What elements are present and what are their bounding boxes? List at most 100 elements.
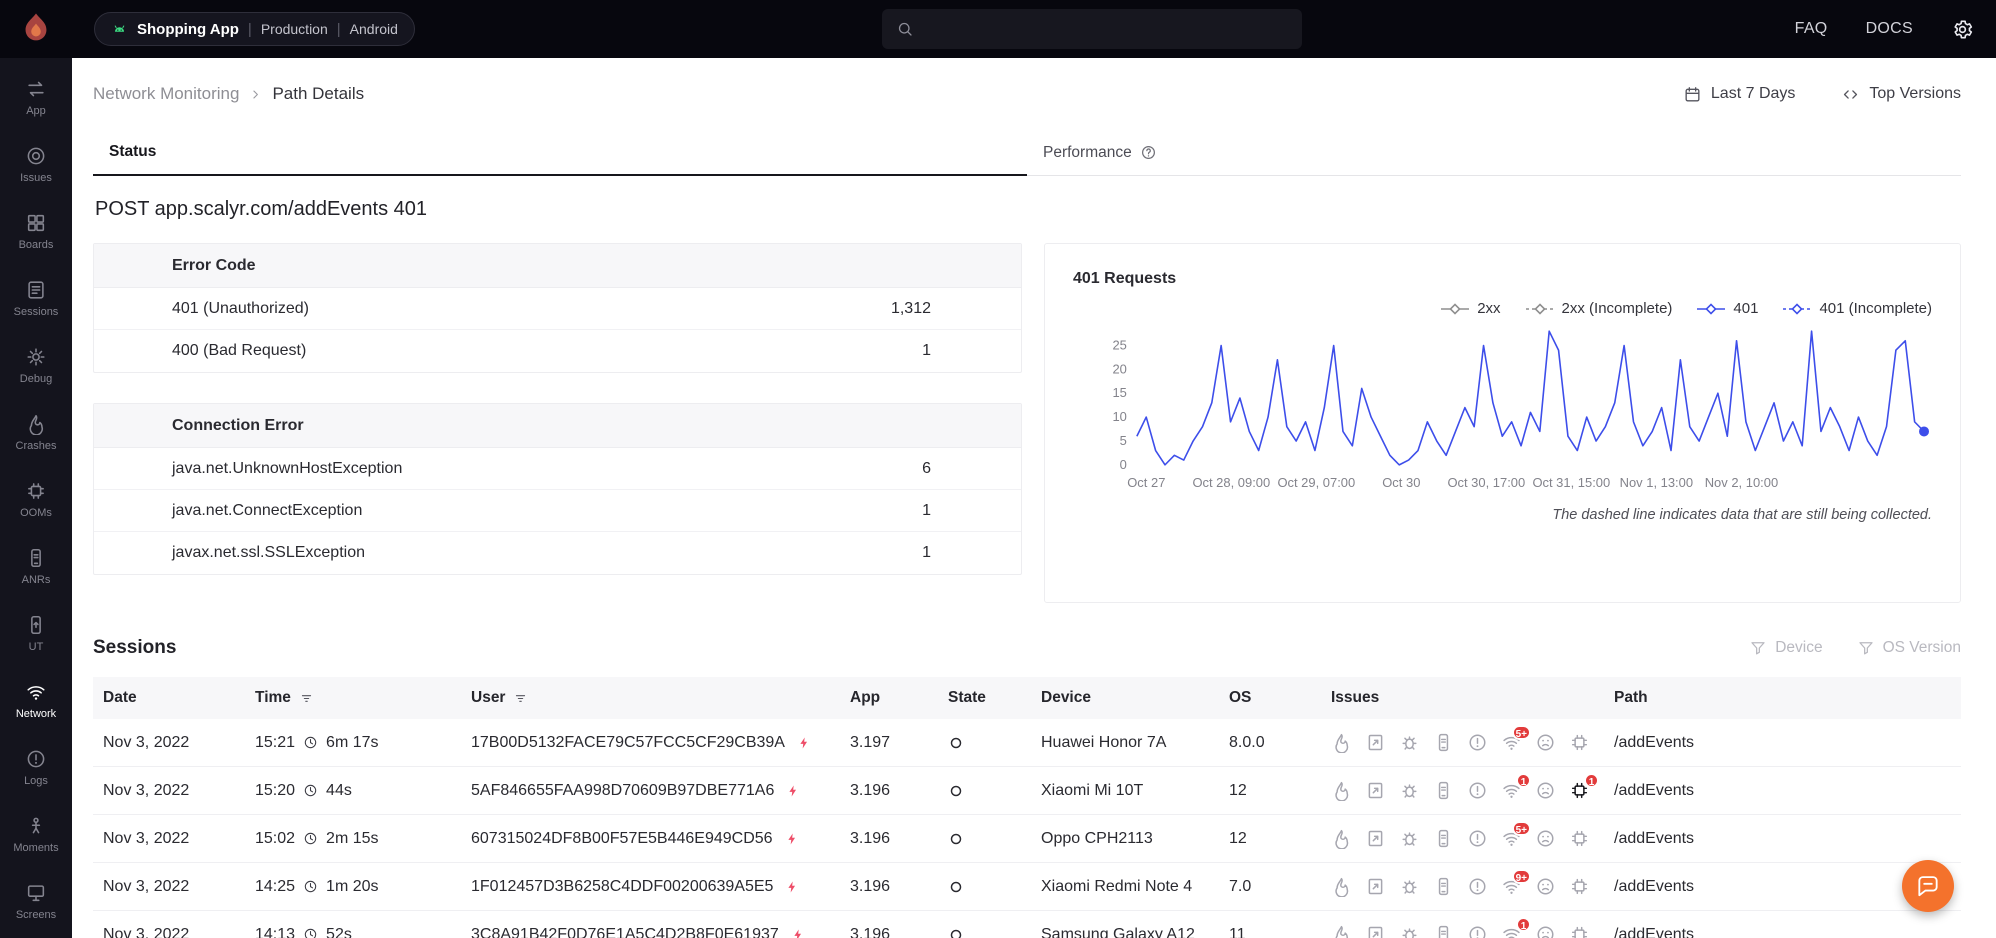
anr-icon[interactable] bbox=[1433, 876, 1454, 897]
log-icon[interactable] bbox=[1365, 876, 1386, 897]
crash-icon[interactable] bbox=[1331, 732, 1352, 753]
log-icon[interactable] bbox=[1365, 780, 1386, 801]
issue-count-badge: 5+ bbox=[1512, 725, 1531, 740]
col-header-time[interactable]: Time bbox=[245, 677, 461, 719]
bug-icon[interactable] bbox=[1399, 828, 1420, 849]
log-icon[interactable] bbox=[1365, 732, 1386, 753]
sidebar-item-anrs[interactable]: ANRs bbox=[0, 533, 72, 600]
legend-item[interactable]: 401 (Incomplete) bbox=[1782, 300, 1932, 317]
crash-icon[interactable] bbox=[1331, 780, 1352, 801]
requests-line-chart[interactable]: 0510152025Oct 27Oct 28, 09:00Oct 29, 07:… bbox=[1073, 325, 1932, 495]
alert-icon[interactable] bbox=[1467, 780, 1488, 801]
bug-icon[interactable] bbox=[1399, 732, 1420, 753]
sad-face-icon[interactable] bbox=[1535, 828, 1556, 849]
sidebar-item-sessions[interactable]: Sessions bbox=[0, 265, 72, 332]
svg-text:20: 20 bbox=[1112, 361, 1126, 376]
col-header-app[interactable]: App bbox=[840, 677, 938, 719]
legend-item[interactable]: 2xx bbox=[1440, 300, 1500, 317]
sad-face-icon[interactable] bbox=[1535, 732, 1556, 753]
oom-icon[interactable] bbox=[1569, 924, 1590, 938]
col-header-os[interactable]: OS bbox=[1219, 677, 1321, 719]
breadcrumb-network-monitoring[interactable]: Network Monitoring bbox=[93, 84, 239, 104]
anr-icon[interactable] bbox=[1433, 828, 1454, 849]
search-input[interactable] bbox=[924, 21, 1288, 38]
sidebar-item-app[interactable]: App bbox=[0, 64, 72, 131]
error-table-row[interactable]: javax.net.ssl.SSLException1 bbox=[94, 532, 1021, 574]
sidebar-item-network[interactable]: Network bbox=[0, 667, 72, 734]
tab-performance[interactable]: Performance bbox=[1027, 130, 1961, 175]
crash-icon[interactable] bbox=[1331, 924, 1352, 938]
boards-icon bbox=[25, 212, 47, 234]
legend-item[interactable]: 2xx (Incomplete) bbox=[1525, 300, 1673, 317]
date-range-label: Last 7 Days bbox=[1711, 85, 1795, 103]
anr-icon[interactable] bbox=[1433, 732, 1454, 753]
top-versions-control[interactable]: Top Versions bbox=[1841, 85, 1961, 104]
sidebar-item-debug[interactable]: Debug bbox=[0, 332, 72, 399]
date-range-control[interactable]: Last 7 Days bbox=[1683, 85, 1795, 104]
network-icon[interactable]: 1 bbox=[1501, 924, 1522, 938]
oom-icon[interactable]: 1 bbox=[1569, 780, 1590, 801]
crash-icon[interactable] bbox=[1331, 876, 1352, 897]
bug-icon[interactable] bbox=[1399, 876, 1420, 897]
session-path: /addEvents bbox=[1614, 926, 1694, 938]
alert-icon[interactable] bbox=[1467, 924, 1488, 938]
alert-icon[interactable] bbox=[1467, 876, 1488, 897]
sidebar-item-screens[interactable]: Screens bbox=[0, 868, 72, 935]
search-bar[interactable] bbox=[882, 9, 1302, 49]
crash-icon[interactable] bbox=[1331, 828, 1352, 849]
settings-gear-icon[interactable] bbox=[1951, 18, 1974, 41]
log-icon[interactable] bbox=[1365, 924, 1386, 938]
legend-item[interactable]: 401 bbox=[1696, 300, 1758, 317]
brand-logo-icon[interactable] bbox=[17, 10, 55, 48]
sidebar-item-boards[interactable]: Boards bbox=[0, 198, 72, 265]
sad-face-icon[interactable] bbox=[1535, 780, 1556, 801]
sidebar-item-moments[interactable]: Moments bbox=[0, 801, 72, 868]
col-header-state[interactable]: State bbox=[938, 677, 1031, 719]
error-table-row[interactable]: 400 (Bad Request)1 bbox=[94, 330, 1021, 372]
filter-icon[interactable] bbox=[513, 691, 528, 706]
error-table-row[interactable]: java.net.ConnectException1 bbox=[94, 490, 1021, 532]
col-header-date[interactable]: Date bbox=[93, 677, 245, 719]
help-icon[interactable] bbox=[1140, 144, 1157, 161]
network-icon[interactable]: 5+ bbox=[1501, 732, 1522, 753]
sidebar-item-ooms[interactable]: OOMs bbox=[0, 466, 72, 533]
app-selector[interactable]: Shopping App | Production | Android bbox=[94, 12, 415, 46]
os-version-filter[interactable]: OS Version bbox=[1857, 639, 1961, 657]
session-row[interactable]: Nov 3, 2022 15:21 6m 17s 17B00D5132FACE7… bbox=[93, 719, 1961, 767]
bug-icon[interactable] bbox=[1399, 924, 1420, 938]
network-icon[interactable]: 5+ bbox=[1501, 828, 1522, 849]
col-header-path[interactable]: Path bbox=[1604, 677, 1961, 719]
tab-status[interactable]: Status bbox=[93, 130, 1027, 176]
network-icon[interactable]: 9+ bbox=[1501, 876, 1522, 897]
anr-icon[interactable] bbox=[1433, 780, 1454, 801]
alert-icon[interactable] bbox=[1467, 828, 1488, 849]
network-icon[interactable]: 1 bbox=[1501, 780, 1522, 801]
sidebar-item-ut[interactable]: UT bbox=[0, 600, 72, 667]
col-header-issues[interactable]: Issues bbox=[1321, 677, 1604, 719]
error-table-row[interactable]: 401 (Unauthorized)1,312 bbox=[94, 288, 1021, 330]
docs-link[interactable]: DOCS bbox=[1866, 20, 1913, 38]
faq-link[interactable]: FAQ bbox=[1795, 20, 1828, 38]
col-header-user[interactable]: User bbox=[461, 677, 840, 719]
sad-face-icon[interactable] bbox=[1535, 876, 1556, 897]
error-table-row[interactable]: java.net.UnknownHostException6 bbox=[94, 448, 1021, 490]
sidebar-item-logs[interactable]: Logs bbox=[0, 734, 72, 801]
anr-icon[interactable] bbox=[1433, 924, 1454, 938]
alert-icon[interactable] bbox=[1467, 732, 1488, 753]
session-row[interactable]: Nov 3, 2022 14:13 52s 3C8A91B42F0D76E1A5… bbox=[93, 911, 1961, 938]
oom-icon[interactable] bbox=[1569, 828, 1590, 849]
session-row[interactable]: Nov 3, 2022 15:20 44s 5AF846655FAA998D70… bbox=[93, 767, 1961, 815]
log-icon[interactable] bbox=[1365, 828, 1386, 849]
filter-icon[interactable] bbox=[299, 691, 314, 706]
oom-icon[interactable] bbox=[1569, 732, 1590, 753]
session-row[interactable]: Nov 3, 2022 15:02 2m 15s 607315024DF8B00… bbox=[93, 815, 1961, 863]
oom-icon[interactable] bbox=[1569, 876, 1590, 897]
chat-fab[interactable] bbox=[1902, 860, 1954, 912]
sidebar-item-crashes[interactable]: Crashes bbox=[0, 399, 72, 466]
bug-icon[interactable] bbox=[1399, 780, 1420, 801]
col-header-device[interactable]: Device bbox=[1031, 677, 1219, 719]
sidebar-item-issues[interactable]: Issues bbox=[0, 131, 72, 198]
device-filter[interactable]: Device bbox=[1749, 639, 1822, 657]
sad-face-icon[interactable] bbox=[1535, 924, 1556, 938]
session-row[interactable]: Nov 3, 2022 14:25 1m 20s 1F012457D3B6258… bbox=[93, 863, 1961, 911]
